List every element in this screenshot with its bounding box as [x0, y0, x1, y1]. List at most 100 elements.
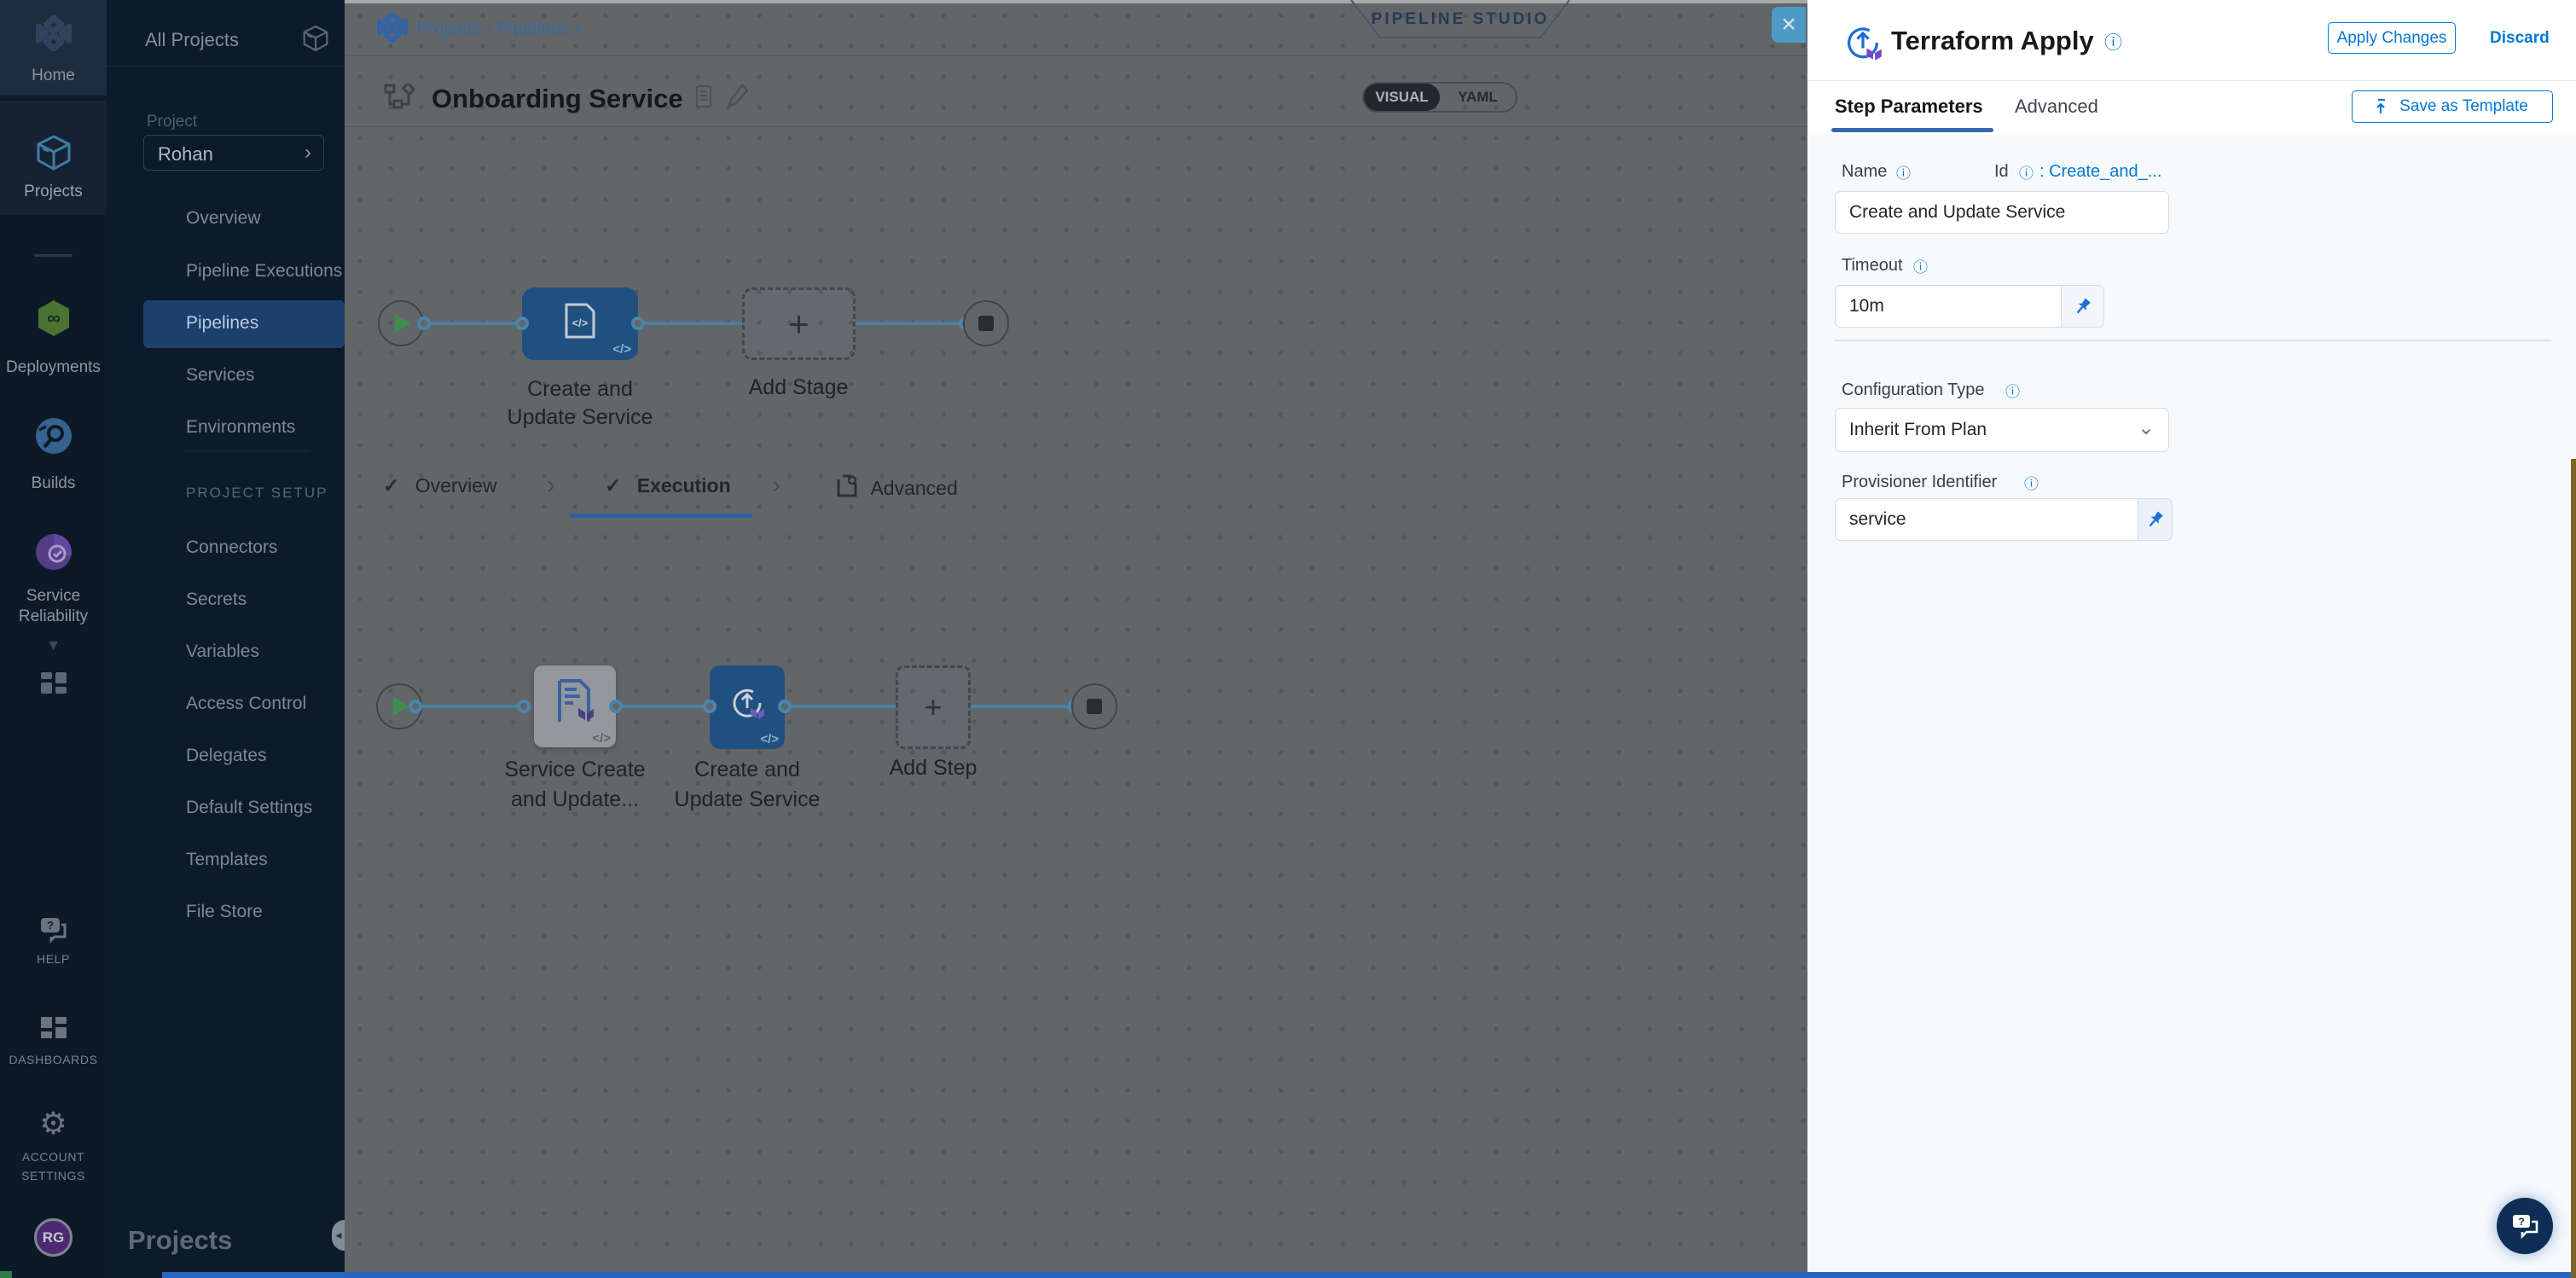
all-projects-cube-icon[interactable] — [301, 24, 330, 53]
triangle-left-icon: ◄ — [334, 1229, 344, 1241]
tab-advanced[interactable]: Advanced — [836, 474, 958, 500]
configuration-type-select[interactable]: Inherit From Plan ⌄ — [1835, 408, 2169, 452]
pipeline-end-node — [963, 300, 1009, 346]
rail-item-help[interactable]: ? HELP — [0, 909, 107, 983]
breadcrumb-bar: Projects › Pipelines › — [345, 3, 1807, 56]
sidebar-item-services[interactable]: Services — [186, 365, 255, 386]
discard-button[interactable]: Discard — [2490, 29, 2550, 48]
toggle-yaml[interactable]: YAML — [1440, 84, 1516, 111]
terraform-apply-icon — [1842, 22, 1883, 63]
help-chat-button[interactable]: ? — [2497, 1198, 2553, 1254]
info-icon[interactable]: ⓘ — [1913, 255, 1928, 276]
timeout-pin-button[interactable] — [2062, 285, 2104, 328]
sidebar-item-pipeline-executions[interactable]: Pipeline Executions — [186, 261, 342, 282]
user-avatar[interactable]: RG — [34, 1218, 73, 1257]
step-id-value[interactable]: : Create_and_... — [2039, 162, 2161, 182]
rail-expand-icon[interactable]: ▼ — [0, 636, 107, 662]
rail-item-builds[interactable]: Builds — [0, 411, 107, 493]
rail-item-projects[interactable]: Projects — [0, 101, 107, 215]
graph-connector[interactable] — [631, 317, 645, 330]
graph-connector[interactable] — [515, 317, 529, 330]
project-selector[interactable]: Rohan › — [143, 135, 324, 171]
add-stage-button[interactable]: + — [742, 288, 856, 360]
drawer-title: Terraform Apply — [1891, 26, 2094, 56]
rail-item-home[interactable]: Home — [0, 0, 107, 96]
info-icon[interactable]: ⓘ — [1896, 161, 1911, 183]
timeout-label: Timeout — [1842, 256, 1903, 276]
tab-overview[interactable]: ✓ Overview — [383, 474, 497, 497]
step-label: Service Create — [504, 758, 645, 782]
code-badge[interactable]: </> — [592, 731, 611, 746]
close-drawer-button[interactable]: × — [1772, 7, 1806, 43]
save-as-template-label: Save as Template — [2399, 97, 2528, 116]
notes-icon[interactable] — [696, 85, 711, 107]
add-step-button[interactable]: + — [896, 665, 971, 749]
code-badge[interactable]: </> — [612, 342, 631, 357]
sidebar-item-overview[interactable]: Overview — [186, 208, 261, 229]
sidebar-collapse-button[interactable]: ◄ — [332, 1220, 345, 1251]
timeout-input[interactable] — [1835, 285, 2062, 328]
rail-item-account-settings[interactable]: ⚙ ACCOUNT SETTINGS — [0, 1106, 107, 1200]
edit-pencil-icon[interactable] — [727, 84, 749, 107]
sidebar-item-pipelines[interactable]: Pipelines — [143, 300, 345, 348]
play-icon[interactable] — [393, 697, 409, 716]
stage-label: Update Service — [508, 405, 653, 430]
info-icon[interactable]: ⓘ — [2005, 380, 2020, 401]
sidebar-item-file-store[interactable]: File Store — [186, 902, 263, 922]
provisioner-identifier-input[interactable] — [1835, 498, 2138, 541]
rail-item-deployments[interactable]: ∞ Deployments — [0, 293, 107, 375]
add-stage-label: Add Stage — [749, 375, 849, 400]
info-icon[interactable]: ⓘ — [2104, 29, 2122, 55]
svg-text:∞: ∞ — [47, 307, 61, 328]
sidebar-item-access-control[interactable]: Access Control — [186, 694, 306, 714]
sidebar-item-secrets[interactable]: Secrets — [186, 590, 247, 610]
sidebar-item-environments[interactable]: Environments — [186, 417, 295, 438]
graph-connector[interactable] — [517, 700, 531, 713]
stage-node-create-and-update-service[interactable]: </> </> — [522, 288, 638, 360]
graph-connector[interactable] — [703, 700, 717, 713]
breadcrumb-projects[interactable]: Projects — [416, 19, 481, 38]
graph-edge — [792, 705, 896, 708]
apply-changes-button[interactable]: Apply Changes — [2328, 22, 2456, 54]
sidebar-item-delegates[interactable]: Delegates — [186, 746, 267, 766]
sidebar-item-templates[interactable]: Templates — [186, 850, 268, 870]
graph-edge — [431, 322, 515, 325]
sidebar-item-default-settings[interactable]: Default Settings — [186, 798, 312, 818]
graph-connector[interactable] — [417, 317, 431, 330]
tab-step-parameters[interactable]: Step Parameters — [1835, 96, 1983, 118]
toggle-visual[interactable]: VISUAL — [1364, 84, 1440, 111]
all-projects-link[interactable]: All Projects — [145, 29, 239, 51]
rail-grid-icon[interactable] — [39, 671, 68, 700]
svg-text:?: ? — [47, 919, 54, 932]
rail-item-label: Projects — [0, 183, 107, 201]
rail-item-label: ACCOUNT — [0, 1150, 107, 1164]
code-badge[interactable]: </> — [760, 732, 779, 746]
info-icon[interactable]: ⓘ — [2024, 472, 2039, 493]
tab-advanced[interactable]: Advanced — [2015, 96, 2098, 118]
step-node-terraform-plan[interactable]: </> — [534, 665, 616, 747]
custom-stage-icon: </> — [560, 303, 600, 340]
header-divider — [345, 126, 1807, 127]
info-icon[interactable]: ⓘ — [2019, 161, 2034, 183]
graph-edge — [856, 322, 962, 325]
save-template-icon — [2376, 98, 2392, 115]
breadcrumb-pipelines[interactable]: Pipelines — [497, 19, 570, 38]
rail-item-dashboards[interactable]: DASHBOARDS — [0, 1008, 107, 1082]
step-node-terraform-apply[interactable]: </> — [710, 665, 785, 749]
graph-connector[interactable] — [609, 700, 623, 713]
tab-execution[interactable]: ✓ Execution — [605, 474, 731, 497]
play-icon[interactable] — [395, 314, 410, 333]
sidebar-footer-title: Projects — [128, 1225, 232, 1256]
active-tab-underline — [1831, 128, 1993, 132]
name-input[interactable] — [1835, 191, 2169, 234]
save-as-template-button[interactable]: Save as Template — [2352, 90, 2553, 123]
sidebar-item-connectors[interactable]: Connectors — [186, 537, 277, 558]
rail-item-label: DASHBOARDS — [0, 1053, 107, 1066]
sidebar-item-variables[interactable]: Variables — [186, 642, 259, 662]
graph-connector[interactable] — [409, 700, 422, 713]
tab-label: Execution — [637, 474, 731, 497]
rail-item-service-reliability[interactable]: Service Reliability — [0, 529, 107, 631]
step-label: Create and — [694, 758, 800, 782]
graph-connector[interactable] — [778, 700, 792, 713]
provisioner-pin-button[interactable] — [2138, 498, 2173, 541]
